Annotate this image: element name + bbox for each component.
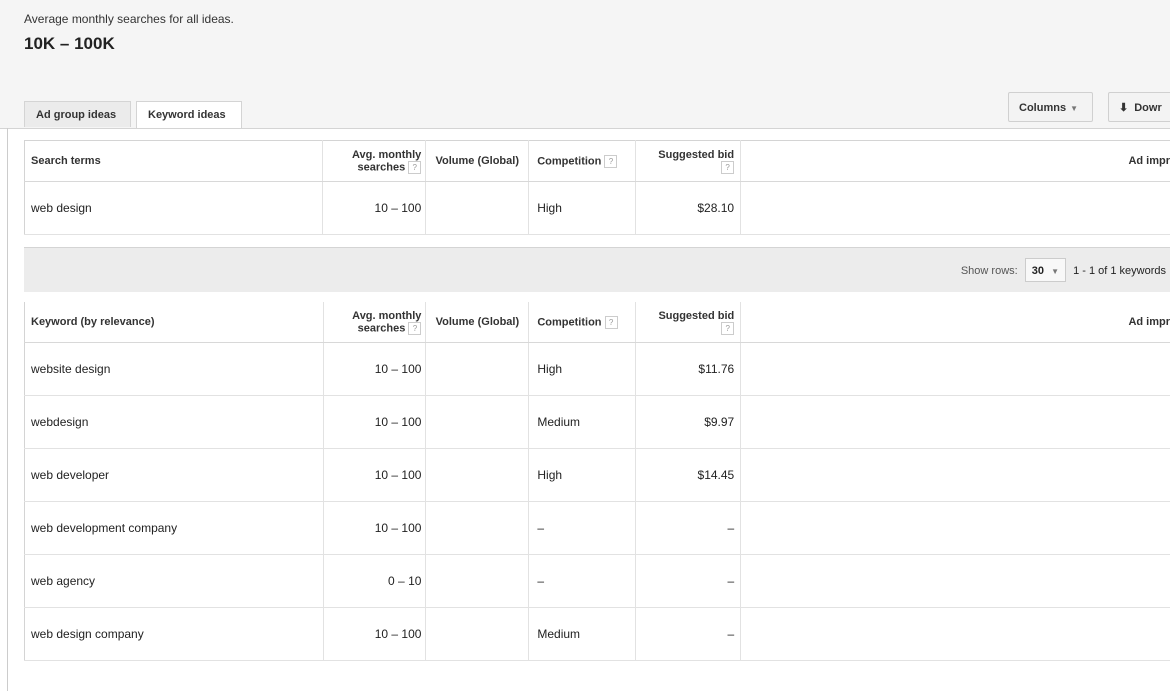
avg-searches-cell: 10 – 100 (323, 396, 426, 449)
show-rows-label: Show rows: (961, 265, 1018, 277)
table-row[interactable]: web design company 10 – 100 Medium – (25, 608, 1170, 661)
table-row[interactable]: web developer 10 – 100 High $14.45 (25, 449, 1170, 502)
competition-cell: Medium (529, 608, 636, 661)
summary: Average monthly searches for all ideas. … (24, 12, 234, 54)
column-header-volume[interactable]: Volume (Global) (426, 302, 529, 343)
avg-searches-cell: 10 – 100 (323, 343, 426, 396)
help-icon[interactable]: ? (604, 155, 617, 168)
bid-cell: – (636, 608, 741, 661)
volume-cell (426, 608, 529, 661)
rows-per-page-select[interactable]: 30 ▼ (1025, 258, 1066, 282)
column-header-keyword[interactable]: Keyword (by relevance) (25, 302, 324, 343)
column-header-competition[interactable]: Competition ? (529, 302, 636, 343)
table-header-row: Keyword (by relevance) Avg. monthlysearc… (25, 302, 1170, 343)
help-icon[interactable]: ? (408, 161, 421, 174)
volume-cell (426, 396, 529, 449)
ad-impr-cell (741, 502, 1170, 555)
keyword-cell: web agency (25, 555, 324, 608)
bid-header-label: Suggested bid (658, 310, 734, 322)
bid-cell: $11.76 (636, 343, 741, 396)
bid-cell: $9.97 (636, 396, 741, 449)
table-row[interactable]: webdesign 10 – 100 Medium $9.97 (25, 396, 1170, 449)
volume-cell (426, 182, 529, 235)
table-row[interactable]: web development company 10 – 100 – – (25, 502, 1170, 555)
volume-cell (426, 502, 529, 555)
keyword-cell: web development company (25, 502, 324, 555)
help-icon[interactable]: ? (721, 161, 734, 174)
keyword-ideas-table: Keyword (by relevance) Avg. monthlysearc… (24, 302, 1170, 661)
table-header-row: Search terms Avg. monthlysearches ? Volu… (25, 141, 1170, 182)
bid-cell: $14.45 (636, 449, 741, 502)
avg-searches-cell: 10 – 100 (323, 608, 426, 661)
download-icon: ⬇ (1119, 102, 1128, 114)
tab-ad-group-ideas[interactable]: Ad group ideas (24, 101, 131, 127)
search-term-cell: web design (25, 182, 323, 235)
download-button[interactable]: ⬇ Dowr (1108, 92, 1170, 122)
column-header-avg-monthly-searches[interactable]: Avg. monthlysearches ? (323, 141, 426, 182)
search-terms-table: Search terms Avg. monthlysearches ? Volu… (24, 140, 1170, 235)
download-button-label: Dowr (1134, 102, 1162, 114)
column-header-search-terms[interactable]: Search terms (25, 141, 323, 182)
volume-cell (426, 449, 529, 502)
keyword-cell: webdesign (25, 396, 324, 449)
column-header-ad-impr[interactable]: Ad impr (741, 141, 1170, 182)
help-icon[interactable]: ? (408, 322, 421, 335)
columns-button[interactable]: Columns ▼ (1008, 92, 1093, 122)
bid-cell: – (636, 502, 741, 555)
bid-header-label: Suggested bid (658, 149, 734, 161)
ad-impr-cell (741, 449, 1170, 502)
volume-cell (426, 343, 529, 396)
summary-label: Average monthly searches for all ideas. (24, 12, 234, 26)
avg-header-line1: Avg. monthly (352, 310, 421, 322)
divider (7, 128, 8, 691)
help-icon[interactable]: ? (605, 316, 618, 329)
table-row[interactable]: web design 10 – 100 High $28.10 (25, 182, 1170, 235)
bid-cell: $28.10 (636, 182, 741, 235)
column-header-competition[interactable]: Competition ? (529, 141, 636, 182)
avg-searches-cell: 10 – 100 (323, 449, 426, 502)
bid-cell: – (636, 555, 741, 608)
avg-header-line1: Avg. monthly (352, 149, 421, 161)
ad-impr-cell (741, 396, 1170, 449)
competition-cell: Medium (529, 396, 636, 449)
pagination-range: 1 - 1 of 1 keywords (1073, 265, 1166, 277)
ad-impr-cell (741, 608, 1170, 661)
competition-header-label: Competition (537, 316, 601, 328)
ad-impr-cell (741, 343, 1170, 396)
avg-searches-cell: 0 – 10 (323, 555, 426, 608)
keyword-cell: web developer (25, 449, 324, 502)
ad-impr-cell (741, 555, 1170, 608)
rows-per-page-value: 30 (1032, 265, 1044, 277)
columns-button-label: Columns (1019, 102, 1066, 114)
avg-searches-cell: 10 – 100 (323, 182, 426, 235)
competition-cell: High (529, 343, 636, 396)
tab-keyword-ideas[interactable]: Keyword ideas (136, 101, 242, 128)
column-header-volume[interactable]: Volume (Global) (426, 141, 529, 182)
competition-cell: – (529, 502, 636, 555)
ad-impr-cell (741, 182, 1170, 235)
column-header-ad-impr[interactable]: Ad impr (741, 302, 1170, 343)
keyword-cell: web design company (25, 608, 324, 661)
avg-searches-cell: 10 – 100 (323, 502, 426, 555)
keyword-cell: website design (25, 343, 324, 396)
volume-cell (426, 555, 529, 608)
competition-cell: – (529, 555, 636, 608)
avg-header-line2: searches (358, 322, 406, 334)
chevron-down-icon: ▼ (1070, 104, 1078, 113)
competition-header-label: Competition (537, 155, 601, 167)
column-header-avg-monthly-searches[interactable]: Avg. monthlysearches ? (323, 302, 426, 343)
table-row[interactable]: web agency 0 – 10 – – (25, 555, 1170, 608)
table-row[interactable]: website design 10 – 100 High $11.76 (25, 343, 1170, 396)
avg-header-line2: searches (357, 161, 405, 173)
chevron-down-icon: ▼ (1051, 267, 1059, 276)
competition-cell: High (529, 182, 636, 235)
competition-cell: High (529, 449, 636, 502)
help-icon[interactable]: ? (721, 322, 734, 335)
column-header-suggested-bid[interactable]: Suggested bid? (636, 302, 741, 343)
summary-value: 10K – 100K (24, 34, 234, 54)
pagination-bar: Show rows: 30 ▼ 1 - 1 of 1 keywords (24, 247, 1170, 292)
column-header-suggested-bid[interactable]: Suggested bid? (636, 141, 741, 182)
